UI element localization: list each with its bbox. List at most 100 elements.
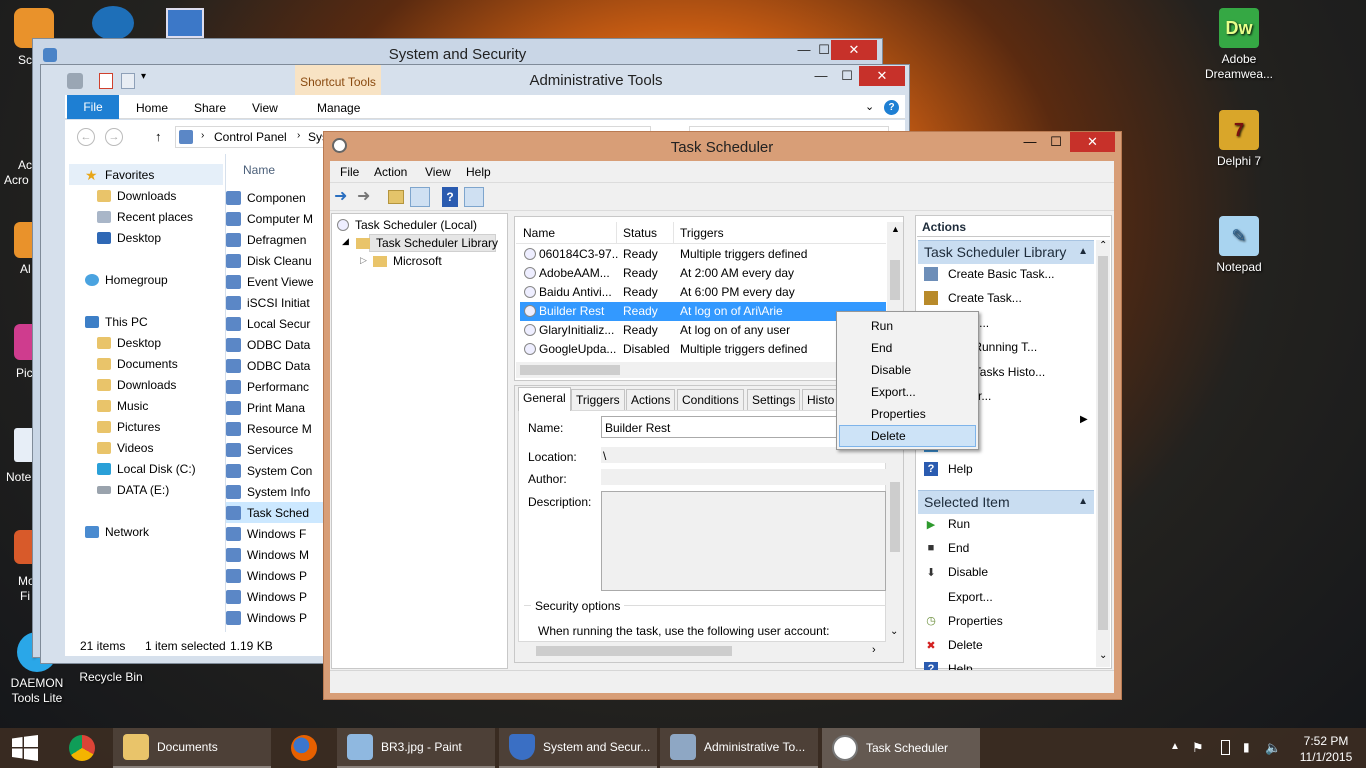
- submenu-arrow-icon[interactable]: ▶: [1080, 414, 1088, 425]
- detail-tab-conditions[interactable]: Conditions: [677, 389, 744, 411]
- up-button[interactable]: ↑: [155, 129, 162, 144]
- file-item[interactable]: Local Secur: [226, 313, 325, 334]
- minimize-button[interactable]: —: [1020, 134, 1040, 149]
- detail-tab-general[interactable]: General: [518, 387, 571, 411]
- action-selected-item[interactable]: Export...: [920, 586, 993, 608]
- collapse-arrow-icon[interactable]: ▷: [360, 255, 367, 266]
- expand-arrow-icon[interactable]: ◢: [342, 236, 349, 247]
- scroll-up-icon[interactable]: ▲: [891, 224, 900, 234]
- action-selected-item[interactable]: ◷ Properties: [920, 610, 1003, 632]
- nav-music[interactable]: Music: [97, 395, 148, 416]
- show-hidden-icons[interactable]: ▲: [1170, 741, 1180, 752]
- action-center-icon[interactable]: ⚑: [1192, 740, 1204, 756]
- context-menu-end[interactable]: End: [839, 337, 976, 359]
- detail-tab-triggers[interactable]: Triggers: [571, 389, 625, 411]
- ribbon-tab-home[interactable]: Home: [136, 101, 168, 115]
- scroll-thumb[interactable]: [536, 646, 732, 656]
- clock-date[interactable]: 11/1/2015: [1294, 750, 1358, 764]
- detail-tab-actions[interactable]: Actions: [626, 389, 676, 411]
- help-icon[interactable]: ?: [884, 100, 899, 115]
- nav-documents[interactable]: Documents: [97, 353, 178, 374]
- ribbon-tab-share[interactable]: Share: [194, 101, 226, 115]
- library-section-header[interactable]: Task Scheduler Library ▲: [918, 240, 1094, 264]
- file-item[interactable]: Event Viewe: [226, 271, 325, 292]
- action-selected-item[interactable]: ▶ Run: [920, 513, 970, 535]
- volume-icon[interactable]: 🔈: [1265, 740, 1281, 756]
- battery-icon[interactable]: [1221, 740, 1230, 755]
- file-item[interactable]: Windows P: [226, 565, 325, 586]
- clock-time[interactable]: 7:52 PM: [1298, 734, 1354, 748]
- scroll-down-icon[interactable]: ⌄: [890, 626, 898, 637]
- nav-data-drive[interactable]: DATA (E:): [97, 479, 169, 500]
- task-row[interactable]: Builder Rest Ready At log on of Ari\Arie: [520, 302, 886, 321]
- file-item[interactable]: Componen: [226, 187, 325, 208]
- scroll-right-icon[interactable]: ›: [872, 644, 876, 656]
- file-item[interactable]: Windows F: [226, 523, 325, 544]
- taskbar-paint[interactable]: BR3.jpg - Paint: [337, 728, 495, 768]
- scroll-up-icon[interactable]: ⌃: [1099, 240, 1107, 251]
- desktop-icon-delphi[interactable]: 7 Delphi 7: [1202, 110, 1276, 169]
- column-header-name[interactable]: Name: [243, 163, 275, 177]
- scroll-thumb[interactable]: [890, 482, 900, 552]
- menu-file[interactable]: File: [340, 165, 359, 179]
- maximize-button[interactable]: ☐: [1046, 134, 1066, 150]
- maximize-button[interactable]: ☐: [837, 66, 857, 86]
- minimize-button[interactable]: —: [811, 66, 831, 86]
- action-selected-item[interactable]: ■ End: [920, 537, 970, 559]
- file-item[interactable]: Windows M: [226, 544, 325, 565]
- taskbar-admin-tools[interactable]: Administrative To...: [660, 728, 818, 768]
- show-hide-action-pane-icon[interactable]: [464, 187, 484, 207]
- nav-pc-desktop[interactable]: Desktop: [97, 332, 161, 353]
- close-button[interactable]: ✕: [1070, 132, 1115, 152]
- file-item[interactable]: ODBC Data: [226, 334, 325, 355]
- actions-vscroll[interactable]: ⌃ ⌄: [1096, 240, 1110, 667]
- nav-homegroup[interactable]: Homegroup: [85, 269, 168, 290]
- context-menu-disable[interactable]: Disable: [839, 359, 976, 381]
- column-header-triggers[interactable]: Triggers: [680, 226, 724, 240]
- nav-videos[interactable]: Videos: [97, 437, 153, 458]
- taskbar-system-security[interactable]: System and Secur...: [499, 728, 657, 768]
- task-row[interactable]: GoogleUpda... Disabled Multiple triggers d…: [520, 340, 886, 359]
- file-item[interactable]: ODBC Data: [226, 355, 325, 376]
- action-library-item[interactable]: Create Task...: [920, 287, 1022, 309]
- back-arrow-icon[interactable]: ➜: [334, 187, 354, 207]
- menu-action[interactable]: Action: [374, 165, 407, 179]
- detail-tab-histo[interactable]: Histo: [802, 389, 840, 411]
- column-header-status[interactable]: Status: [623, 226, 657, 240]
- task-row[interactable]: Baidu Antivi... Ready At 6:00 PM every day: [520, 283, 886, 302]
- nav-downloads[interactable]: Downloads: [97, 185, 176, 206]
- desktop-icon-notepad[interactable]: ✎ Notepad: [1202, 216, 1276, 275]
- context-menu-delete[interactable]: Delete: [839, 425, 976, 447]
- show-hide-tree-icon[interactable]: [410, 187, 430, 207]
- ribbon-tab-file[interactable]: File: [67, 95, 119, 119]
- file-item[interactable]: System Con: [226, 460, 325, 481]
- file-item[interactable]: Task Sched: [226, 502, 325, 523]
- description-field[interactable]: [601, 491, 886, 591]
- context-menu-run[interactable]: Run: [839, 315, 976, 337]
- task-row[interactable]: 060184C3-97... Ready Multiple triggers def…: [520, 245, 886, 264]
- qat-properties-icon[interactable]: [99, 73, 113, 89]
- start-button[interactable]: [0, 728, 50, 768]
- file-item[interactable]: Computer M: [226, 208, 325, 229]
- taskbar-chrome[interactable]: [56, 728, 108, 768]
- close-button[interactable]: ✕: [859, 66, 905, 86]
- tree-item-library[interactable]: Task Scheduler Library: [356, 234, 498, 252]
- close-button[interactable]: ✕: [831, 40, 877, 60]
- folder-up-icon[interactable]: [388, 190, 404, 204]
- tree-item-microsoft[interactable]: Microsoft: [373, 252, 442, 270]
- scroll-thumb[interactable]: [520, 365, 620, 375]
- forward-button[interactable]: →: [105, 128, 123, 146]
- column-header-name[interactable]: Name: [523, 226, 555, 240]
- forward-arrow-icon[interactable]: ➜: [357, 187, 377, 207]
- menu-view[interactable]: View: [425, 165, 451, 179]
- ribbon-tab-manage[interactable]: Manage: [317, 101, 360, 115]
- taskbar-firefox[interactable]: [277, 728, 331, 768]
- nav-desktop[interactable]: Desktop: [97, 227, 161, 248]
- qat-dropdown-icon[interactable]: ▾: [141, 71, 146, 82]
- file-item[interactable]: iSCSI Initiat: [226, 292, 325, 313]
- task-row[interactable]: GlaryInitializ... Ready At log on of any u…: [520, 321, 886, 340]
- action-library-item[interactable]: Create Basic Task...: [920, 263, 1055, 285]
- ribbon-tab-view[interactable]: View: [252, 101, 278, 115]
- desktop-icon-dreamweaver[interactable]: Dw Adobe Dreamwea...: [1202, 8, 1276, 82]
- desktop-partial-icon[interactable]: [92, 6, 134, 40]
